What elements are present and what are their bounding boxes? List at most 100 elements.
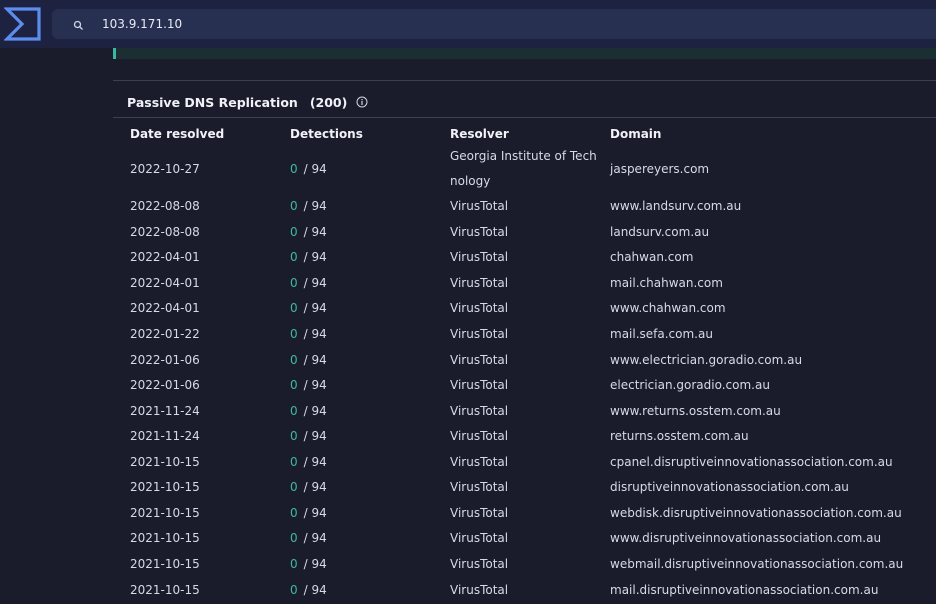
detections: 0 / 94 [290,557,327,571]
date-resolved: 2021-11-24 [130,403,200,418]
table-row[interactable]: 2022-01-22 0 / 94 VirusTotal mail.sefa.com.a… [113,322,936,348]
detection-count: 0 [290,556,298,571]
table-row[interactable]: 2022-04-01 0 / 94 VirusTotal chahwan.com [113,245,936,271]
passive-dns-panel: Passive DNS Replication (200) Date resol… [113,80,936,604]
domain-link[interactable]: cpanel.disruptiveinnovationassociation.c… [610,455,893,469]
table-row[interactable]: 2021-10-15 0 / 94 VirusTotal webmail.disrupt… [113,552,936,578]
table-row[interactable]: 2021-10-15 0 / 94 VirusTotal webdisk.disrupt… [113,501,936,527]
detections: 0 / 94 [290,225,327,239]
resolver: VirusTotal [450,327,509,342]
panel-title: Passive DNS Replication [127,94,298,110]
domain-link[interactable]: www.returns.osstem.com.au [610,404,781,418]
domain-link[interactable]: www.disruptiveinnovationassociation.com.… [610,531,881,545]
table-row[interactable]: 2022-01-06 0 / 94 VirusTotal electrician.gor… [113,373,936,399]
table-row[interactable]: 2021-10-15 0 / 94 VirusTotal www.disruptivei… [113,526,936,552]
resolver: Georgia Institute of Technology [450,149,597,188]
table-row[interactable]: 2022-08-08 0 / 94 VirusTotal www.landsurv.co… [113,194,936,220]
domain-link[interactable]: www.landsurv.com.au [610,199,741,213]
detection-total: / 94 [303,199,327,214]
table-row[interactable]: 2021-10-15 0 / 94 VirusTotal mail.disruptive… [113,577,936,603]
table-row[interactable]: 2022-08-08 0 / 94 VirusTotal landsurv.com.au [113,220,936,246]
search-input[interactable] [102,9,802,39]
table-row[interactable]: 2021-10-15 0 / 94 VirusTotal cpanel.disrupti… [113,450,936,476]
search-box[interactable] [52,9,936,39]
divider [113,117,936,118]
domain-link[interactable]: www.chahwan.com [610,301,726,315]
domain-link[interactable]: returns.osstem.com.au [610,429,749,443]
table-row[interactable]: 2022-04-01 0 / 94 VirusTotal mail.chahwan.co… [113,271,936,297]
detection-count: 0 [290,429,298,444]
column-header-detections[interactable]: Detections [290,127,363,141]
detections: 0 / 94 [290,378,327,392]
domain-link[interactable]: jaspereyers.com [610,162,709,176]
resolver: VirusTotal [450,301,509,316]
domain-link[interactable]: mail.sefa.com.au [610,327,713,341]
detection-total: / 94 [303,301,327,316]
domain-link[interactable]: www.electrician.goradio.com.au [610,353,802,367]
detection-total: / 94 [303,250,327,265]
detection-count: 0 [290,327,298,342]
table-row[interactable]: 2022-04-01 0 / 94 VirusTotal www.chahwan.com [113,296,936,322]
detection-count: 0 [290,199,298,214]
detection-count: 0 [290,505,298,520]
resolver: VirusTotal [450,378,509,393]
domain-link[interactable]: mail.chahwan.com [610,276,723,290]
detection-total: / 94 [303,480,327,495]
date-resolved: 2022-04-01 [130,250,200,265]
column-header-resolver[interactable]: Resolver [450,127,509,141]
detection-total: / 94 [303,531,327,546]
top-bar [0,0,936,48]
detections: 0 / 94 [290,583,327,597]
info-icon[interactable] [356,96,368,108]
table-row[interactable]: 2021-11-24 0 / 94 VirusTotal www.returns.oss… [113,398,936,424]
detection-count: 0 [290,352,298,367]
detections: 0 / 94 [290,429,327,443]
resolver: VirusTotal [450,454,509,469]
virustotal-logo-icon[interactable] [0,0,46,48]
domain-link[interactable]: mail.disruptiveinnovationassociation.com… [610,583,878,597]
detection-count: 0 [290,582,298,597]
detections: 0 / 94 [290,301,327,315]
detections: 0 / 94 [290,506,327,520]
resolver: VirusTotal [450,199,509,214]
detection-count: 0 [290,454,298,469]
domain-link[interactable]: webmail.disruptiveinnovationassociation.… [610,557,903,571]
resolver: VirusTotal [450,352,509,367]
detection-total: / 94 [303,327,327,342]
detection-count: 0 [290,275,298,290]
domain-link[interactable]: electrician.goradio.com.au [610,378,770,392]
table-row[interactable]: 2021-10-15 0 / 94 VirusTotal disruptiveinnov… [113,475,936,501]
detection-total: / 94 [303,582,327,597]
detections: 0 / 94 [290,327,327,341]
panel-count: (200) [309,94,348,110]
domain-link[interactable]: disruptiveinnovationassociation.com.au [610,480,849,494]
resolver: VirusTotal [450,480,509,495]
detection-count: 0 [290,250,298,265]
detection-count: 0 [290,378,298,393]
detection-total: / 94 [303,275,327,290]
domain-link[interactable]: landsurv.com.au [610,225,709,239]
detection-total: / 94 [303,454,327,469]
date-resolved: 2022-08-08 [130,199,200,214]
date-resolved: 2022-04-01 [130,301,200,316]
domain-link[interactable]: webdisk.disruptiveinnovationassociation.… [610,506,902,520]
detection-total: / 94 [303,556,327,571]
detection-total: / 94 [303,161,327,176]
table-row[interactable]: 2022-01-06 0 / 94 VirusTotal www.electrician… [113,347,936,373]
table-row[interactable]: 2021-11-24 0 / 94 VirusTotal returns.osstem.… [113,424,936,450]
detection-total: / 94 [303,429,327,444]
detections: 0 / 94 [290,162,327,176]
detections: 0 / 94 [290,531,327,545]
resolver: VirusTotal [450,429,509,444]
detections: 0 / 94 [290,199,327,213]
resolver: VirusTotal [450,531,509,546]
domain-link[interactable]: chahwan.com [610,250,693,264]
resolver: VirusTotal [450,275,509,290]
column-header-domain[interactable]: Domain [610,127,661,141]
panel-header: Passive DNS Replication (200) [127,92,368,112]
detection-count: 0 [290,301,298,316]
table-row[interactable]: 2022-10-27 0 / 94 Georgia Institute of Tech… [113,144,936,194]
date-resolved: 2021-10-15 [130,531,200,546]
resolver: VirusTotal [450,403,509,418]
column-header-date[interactable]: Date resolved [130,127,224,141]
